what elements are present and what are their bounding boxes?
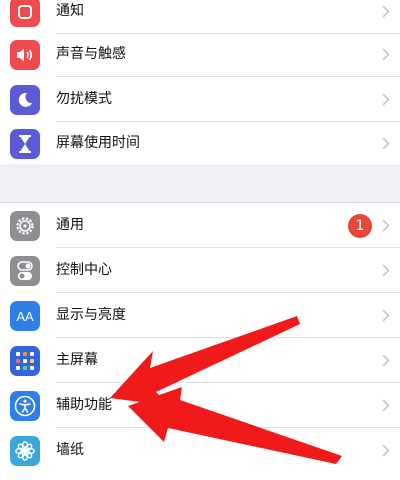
settings-row-label: 主屏幕 — [56, 352, 98, 368]
settings-row-wallpaper[interactable]: 墙纸 — [0, 428, 400, 473]
chevron-right-icon — [382, 93, 390, 106]
settings-row-screen-time[interactable]: 屏幕使用时间 — [0, 121, 400, 166]
home-grid-icon — [10, 346, 40, 376]
settings-row-home-screen[interactable]: 主屏幕 — [0, 338, 400, 383]
chevron-right-icon — [382, 137, 390, 150]
settings-row-label: 辅助功能 — [56, 397, 112, 413]
settings-group-notifications: 通知 声音与触感 勿扰模式 屏幕使用时间 — [0, 0, 400, 164]
settings-group-general: 通用 1 控制中心 AA 显示与亮度 主屏幕 辅助功能 墙纸 — [0, 202, 400, 480]
text-size-icon: AA — [10, 301, 40, 331]
settings-row-label: 控制中心 — [56, 262, 112, 278]
settings-row-do-not-disturb[interactable]: 勿扰模式 — [0, 77, 400, 122]
gear-icon — [10, 211, 40, 241]
accessibility-icon — [10, 391, 40, 421]
settings-row-label: 墙纸 — [56, 442, 84, 458]
moon-icon — [10, 85, 40, 115]
speaker-icon — [10, 40, 40, 70]
chevron-right-icon — [382, 309, 390, 322]
chevron-right-icon — [382, 444, 390, 457]
settings-row-display-brightness[interactable]: AA 显示与亮度 — [0, 293, 400, 338]
settings-row-label: 通用 — [56, 217, 84, 233]
chevron-right-icon — [382, 48, 390, 61]
chevron-right-icon — [382, 399, 390, 412]
chevron-right-icon — [382, 5, 390, 18]
settings-row-label: 屏幕使用时间 — [56, 135, 140, 151]
settings-row-control-center[interactable]: 控制中心 — [0, 248, 400, 293]
settings-row-accessibility[interactable]: 辅助功能 — [0, 383, 400, 428]
chevron-right-icon — [382, 219, 390, 232]
notification-badge: 1 — [348, 214, 372, 238]
settings-row-notifications[interactable]: 通知 — [0, 0, 400, 34]
settings-row-label: 声音与触感 — [56, 46, 126, 62]
chevron-right-icon — [382, 354, 390, 367]
toggles-icon — [10, 256, 40, 286]
settings-row-label: 勿扰模式 — [56, 91, 112, 107]
chevron-right-icon — [382, 264, 390, 277]
bell-icon — [10, 0, 40, 27]
hourglass-icon — [10, 129, 40, 159]
settings-row-label: 显示与亮度 — [56, 307, 126, 323]
flower-icon — [10, 436, 40, 466]
settings-row-label: 通知 — [56, 3, 84, 19]
settings-row-general[interactable]: 通用 1 — [0, 203, 400, 248]
settings-row-sounds[interactable]: 声音与触感 — [0, 32, 400, 77]
